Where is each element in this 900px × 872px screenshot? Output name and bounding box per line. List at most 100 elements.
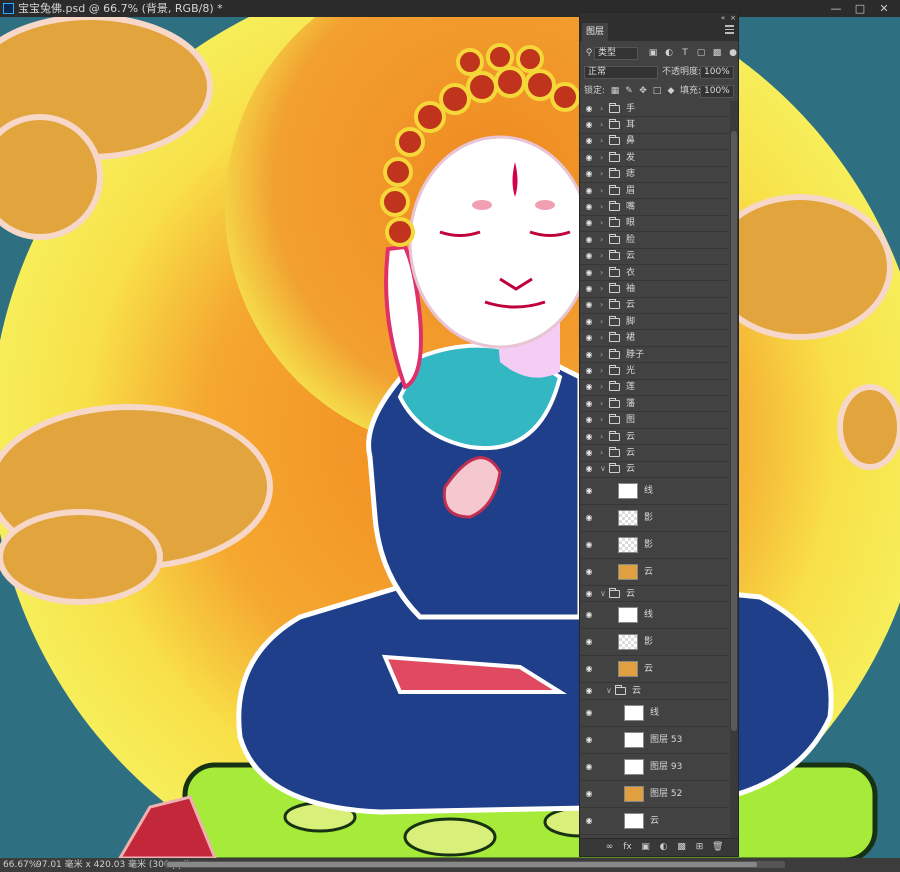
eye-icon[interactable]: ◉	[584, 334, 594, 342]
layer-name[interactable]: 眉	[626, 185, 635, 197]
eye-icon[interactable]: ◉	[584, 235, 594, 243]
layer-group-row[interactable]: ◉ ∨ 云	[580, 683, 729, 700]
layer-group-row[interactable]: ◉ › 图	[580, 412, 729, 429]
expand-chevron-icon[interactable]: ›	[600, 366, 603, 376]
eye-icon[interactable]: ◉	[584, 540, 594, 548]
layer-name[interactable]: 手	[626, 103, 635, 115]
layer-name[interactable]: 云	[626, 447, 635, 459]
layer-name[interactable]: 图层 53	[650, 734, 682, 746]
eye-icon[interactable]: ◉	[584, 735, 594, 743]
layer-name[interactable]: 影	[644, 512, 653, 524]
eye-icon[interactable]: ◉	[584, 789, 594, 797]
layer-name[interactable]: 嘴	[626, 201, 635, 213]
layer-group-row[interactable]: ◉ › 光	[580, 363, 729, 380]
layers-panel[interactable]: « × 图层 ⚲ 类型 ▣ ◐ T ▢ ▩ ● 正常 不透明度: 100% 锁定…	[579, 12, 739, 857]
layer-name[interactable]: 云	[626, 463, 635, 475]
blend-mode-select[interactable]: 正常	[584, 66, 658, 79]
layer-name[interactable]: 图层 93	[650, 761, 682, 773]
layer-row[interactable]: ◉ 图层 53	[580, 727, 729, 754]
layer-group-row[interactable]: ◉ › 云	[580, 249, 729, 265]
layer-group-row[interactable]: ◉ › 云	[580, 298, 729, 315]
layer-name[interactable]: 发	[626, 152, 635, 164]
lock-all-icon[interactable]: ◆	[666, 86, 676, 96]
layer-name[interactable]: 藩	[626, 398, 635, 410]
layer-name[interactable]: 影	[644, 636, 653, 648]
link-layers-icon[interactable]: ∞	[604, 842, 615, 853]
filter-shape-icon[interactable]: ▢	[696, 48, 706, 58]
eye-icon[interactable]: ◉	[584, 611, 594, 619]
layer-name[interactable]: 裙	[626, 332, 635, 344]
layer-name[interactable]: 光	[626, 365, 635, 377]
layer-group-row[interactable]: ◉ ∨ 云	[580, 462, 729, 478]
delete-layer-icon[interactable]: 🗑	[712, 842, 723, 853]
expand-chevron-icon[interactable]: ›	[600, 333, 603, 343]
layer-name[interactable]: 图层 52	[650, 788, 682, 800]
eye-icon[interactable]: ◉	[584, 350, 594, 358]
layer-row[interactable]: ◉ 图层 52	[580, 781, 729, 808]
layer-name[interactable]: 鼻	[626, 135, 635, 147]
expand-chevron-icon[interactable]: ›	[600, 235, 603, 245]
adjustment-layer-icon[interactable]: ◐	[658, 842, 669, 853]
eye-icon[interactable]: ◉	[584, 104, 594, 112]
layer-group-row[interactable]: ◉ › 云	[580, 429, 729, 446]
filter-adjustment-icon[interactable]: ◐	[664, 48, 674, 58]
document-canvas[interactable]	[0, 17, 900, 858]
eye-icon[interactable]: ◉	[584, 366, 594, 374]
panel-top-strip[interactable]	[580, 13, 738, 21]
eye-icon[interactable]: ◉	[584, 399, 594, 407]
expand-chevron-icon[interactable]: ›	[600, 382, 603, 392]
eye-icon[interactable]: ◉	[584, 252, 594, 260]
expand-chevron-icon[interactable]: ›	[600, 120, 603, 130]
layer-name[interactable]: 痣	[626, 168, 635, 180]
layer-row[interactable]: ◉ 影	[580, 505, 729, 532]
close-icon[interactable]: ✕	[874, 0, 894, 17]
layer-name[interactable]: 线	[644, 485, 653, 497]
scrollbar-thumb[interactable]	[167, 862, 757, 867]
layer-group-row[interactable]: ◉ ∨ 云	[580, 586, 729, 603]
expand-chevron-icon[interactable]: ›	[600, 399, 603, 409]
layer-name[interactable]: 图	[626, 414, 635, 426]
layer-group-row[interactable]: ◉ › 莲	[580, 380, 729, 397]
layer-name[interactable]: 线	[650, 707, 659, 719]
expand-chevron-icon[interactable]: ›	[600, 169, 603, 179]
scrollbar-thumb[interactable]	[731, 131, 737, 731]
layer-row[interactable]: ◉ 云	[580, 559, 729, 586]
layer-name[interactable]: 脸	[626, 234, 635, 246]
expand-chevron-icon[interactable]: ›	[600, 251, 603, 261]
eye-icon[interactable]: ◉	[584, 448, 594, 456]
eye-icon[interactable]: ◉	[584, 153, 594, 161]
layer-row[interactable]: ◉ 云	[580, 656, 729, 684]
expand-chevron-icon[interactable]: ›	[600, 448, 603, 458]
expand-chevron-icon[interactable]: ›	[600, 415, 603, 425]
expand-chevron-icon[interactable]: ›	[600, 153, 603, 163]
eye-icon[interactable]: ◉	[584, 186, 594, 194]
layer-group-row[interactable]: ◉ › 耳	[580, 117, 729, 134]
expand-chevron-icon[interactable]: ›	[600, 202, 603, 212]
add-mask-icon[interactable]: ▣	[640, 842, 651, 853]
lock-image-icon[interactable]: ✎	[624, 86, 634, 96]
layer-group-row[interactable]: ◉ › 痣	[580, 167, 729, 183]
eye-icon[interactable]: ◉	[584, 284, 594, 292]
layer-thumbnail[interactable]	[618, 536, 638, 553]
new-layer-icon[interactable]: ⊞	[694, 842, 705, 853]
layer-group-row[interactable]: ◉ › 鼻	[580, 134, 729, 151]
eye-icon[interactable]: ◉	[584, 383, 594, 391]
eye-icon[interactable]: ◉	[584, 268, 594, 276]
layer-group-row[interactable]: ◉ › 脖子	[580, 347, 729, 364]
layer-name[interactable]: 云	[626, 299, 635, 311]
layer-group-row[interactable]: ◉ › 手	[580, 101, 729, 118]
layer-thumbnail[interactable]	[618, 482, 638, 499]
horizontal-scrollbar[interactable]	[165, 861, 785, 868]
expand-chevron-icon[interactable]: ›	[600, 186, 603, 196]
eye-icon[interactable]: ◉	[584, 121, 594, 129]
expand-chevron-icon[interactable]: ∨	[606, 686, 612, 696]
layer-row[interactable]: ◉ 图层 93	[580, 754, 729, 781]
layer-group-row[interactable]: ◉ › 眼	[580, 216, 729, 233]
tab-layers[interactable]: 图层	[582, 23, 609, 41]
filter-pixel-icon[interactable]: ▣	[648, 48, 658, 58]
layer-name[interactable]: 耳	[626, 119, 635, 131]
layer-name[interactable]: 云	[626, 250, 635, 262]
layer-group-row[interactable]: ◉ › 袖	[580, 281, 729, 298]
layer-group-row[interactable]: ◉ › 嘴	[580, 199, 729, 216]
filter-type-icon[interactable]: T	[680, 48, 690, 58]
